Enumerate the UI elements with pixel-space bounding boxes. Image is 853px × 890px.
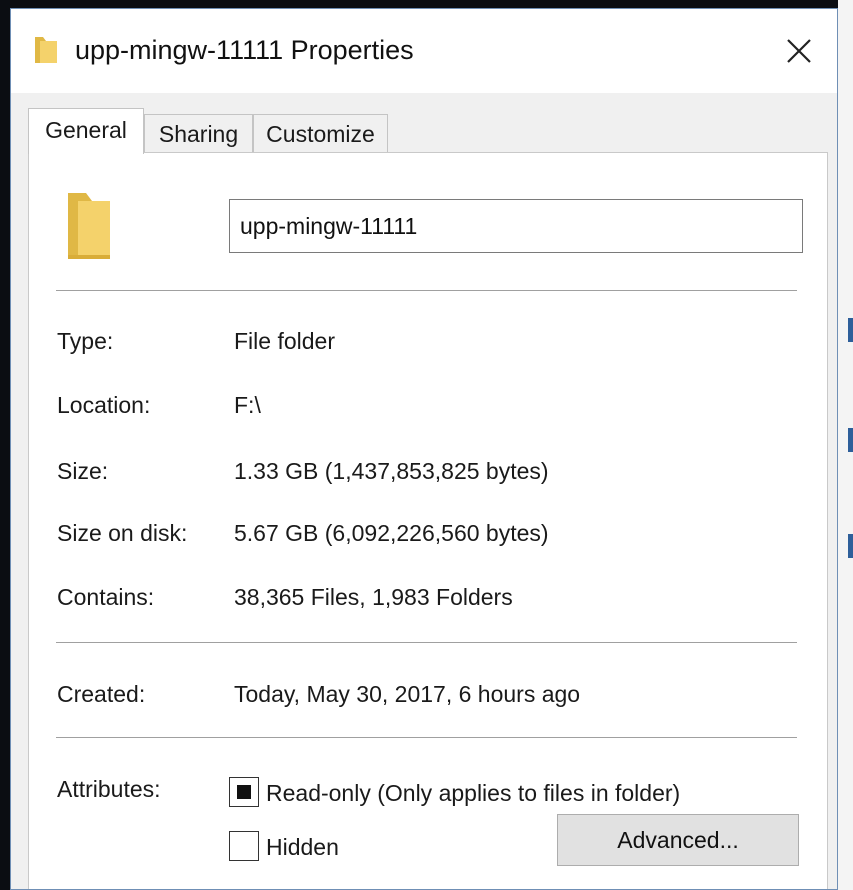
attributes-label: Attributes: [57, 776, 161, 802]
created-label: Created: [57, 681, 146, 707]
location-label: Location: [57, 392, 151, 418]
indeterminate-mark [237, 785, 251, 799]
title-bar[interactable]: upp-mingw-11111 Properties [11, 9, 837, 93]
size-value: 1.33 GB (1,437,853,825 bytes) [234, 458, 549, 484]
size-label: Size: [57, 458, 109, 484]
tab-sharing[interactable]: Sharing [144, 114, 253, 152]
hidden-checkbox[interactable] [229, 831, 259, 861]
divider [56, 737, 797, 738]
read-only-checkbox[interactable] [229, 777, 259, 807]
background-window-marker [848, 428, 853, 452]
close-button[interactable] [761, 9, 837, 93]
size-on-disk-value: 5.67 GB (6,092,226,560 bytes) [234, 520, 549, 546]
folder-icon [33, 35, 59, 65]
hidden-label[interactable]: Hidden [266, 833, 339, 861]
folder-icon [64, 189, 116, 261]
tab-strip: General Sharing Customize [28, 108, 828, 154]
general-panel: Type: File folder Location: F:\ Size: 1.… [28, 152, 828, 889]
size-on-disk-label: Size on disk: [57, 520, 188, 546]
type-label: Type: [57, 328, 114, 354]
divider [56, 642, 797, 643]
desktop: upp-mingw-11111 Properties General Shari… [0, 0, 853, 890]
contains-value: 38,365 Files, 1,983 Folders [234, 584, 513, 610]
folder-name-input[interactable] [229, 199, 803, 253]
contains-label: Contains: [57, 584, 155, 610]
type-value: File folder [234, 328, 335, 354]
properties-dialog: upp-mingw-11111 Properties General Shari… [10, 8, 838, 890]
location-value: F:\ [234, 392, 261, 418]
close-icon [787, 39, 811, 63]
background-window-marker [848, 534, 853, 558]
background-window-edge [838, 0, 853, 890]
read-only-label[interactable]: Read-only (Only applies to files in fold… [266, 779, 680, 807]
created-value: Today, May 30, 2017, 6 hours ago [234, 681, 581, 707]
background-window-marker [848, 318, 853, 342]
advanced-button[interactable]: Advanced... [557, 814, 799, 866]
tab-general[interactable]: General [28, 108, 144, 154]
tab-customize[interactable]: Customize [253, 114, 388, 152]
window-title: upp-mingw-11111 Properties [75, 35, 414, 65]
divider [56, 290, 797, 291]
